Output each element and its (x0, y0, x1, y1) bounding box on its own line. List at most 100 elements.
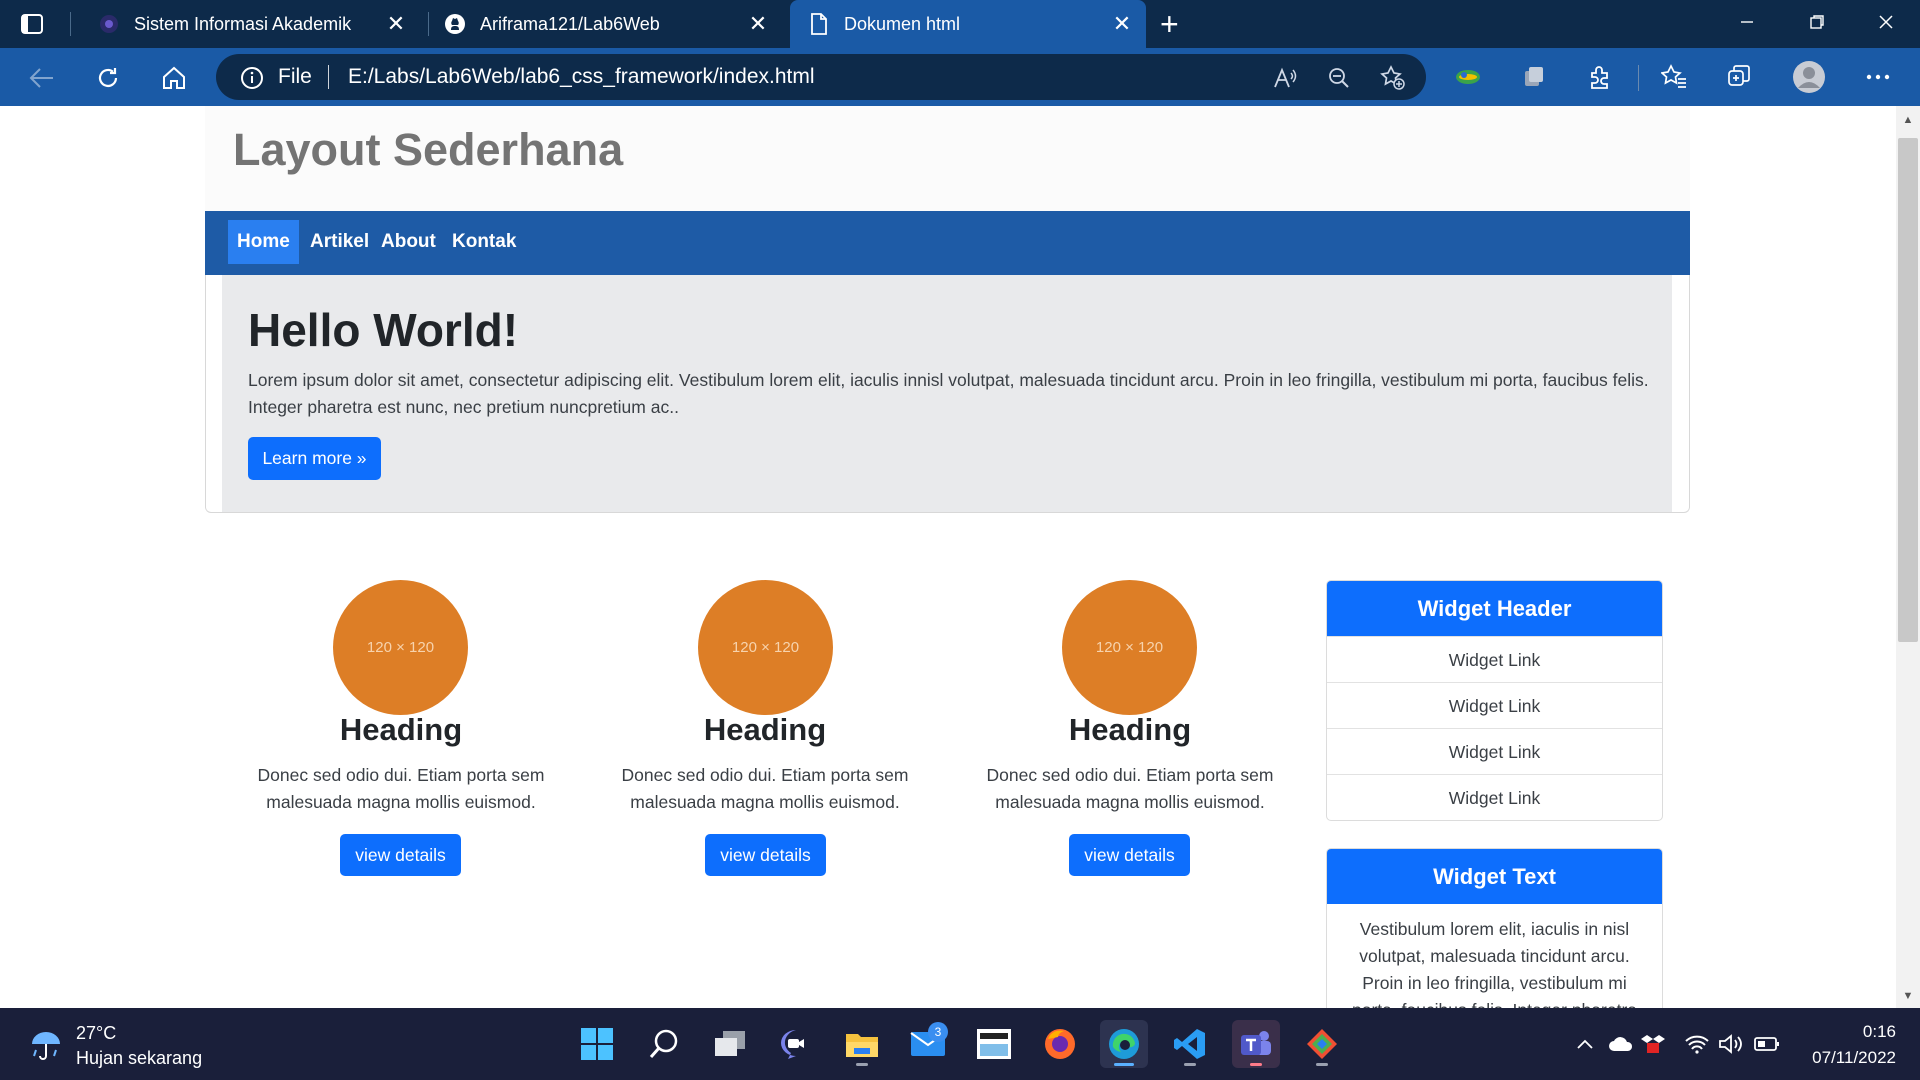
extensions-icon[interactable] (1586, 63, 1614, 91)
zoom-out-icon[interactable] (1326, 65, 1352, 91)
feature-heading: Heading (703, 712, 827, 747)
widget-header: Widget Header (1327, 581, 1662, 636)
amazon-icon[interactable] (970, 1020, 1018, 1068)
widget-link[interactable]: Widget Link (1327, 636, 1662, 682)
vscode-icon[interactable] (1166, 1020, 1214, 1068)
browser-toolbar: File E:/Labs/Lab6Web/lab6_css_framework/… (0, 48, 1920, 106)
tab-title: Dokumen html (844, 13, 961, 34)
refresh-icon[interactable] (92, 62, 124, 94)
view-details-button[interactable]: view details (340, 834, 461, 876)
windows-start-icon[interactable] (573, 1020, 621, 1068)
workspaces-icon[interactable] (20, 12, 44, 36)
show-hidden-icons-icon[interactable] (1572, 1031, 1598, 1057)
volume-icon[interactable] (1718, 1031, 1744, 1057)
tab-close-icon[interactable]: ✕ (1110, 12, 1134, 36)
browser-tab-bar: Sistem Informasi Akademik ✕ Ariframa121/… (0, 0, 1920, 48)
back-icon[interactable] (26, 62, 58, 94)
tab-title: Ariframa121/Lab6Web (480, 13, 660, 34)
feature-image-placeholder: 120 × 120 (1062, 580, 1197, 715)
git-icon[interactable] (1298, 1020, 1346, 1068)
feature-image-placeholder: 120 × 120 (698, 580, 833, 715)
scrollbar-thumb[interactable] (1898, 138, 1918, 642)
learn-more-button[interactable]: Learn more » (248, 437, 381, 480)
hero-text: Lorem ipsum dolor sit amet, consectetur … (248, 370, 1649, 417)
feature-text: Donec sed odio dui. Etiam porta sem male… (986, 765, 1274, 812)
clock-time[interactable]: 0:16 (1863, 1022, 1896, 1042)
weather-rain-icon[interactable] (28, 1026, 64, 1062)
windows-taskbar: 27°C Hujan sekarang 3 0:16 07/11/2022 (0, 1008, 1920, 1080)
home-icon[interactable] (158, 62, 190, 94)
task-view-icon[interactable] (706, 1020, 754, 1068)
search-icon[interactable] (640, 1020, 688, 1068)
clock-date[interactable]: 07/11/2022 (1812, 1048, 1896, 1068)
page-viewport: Layout Sederhana Home Artikel About Kont… (0, 106, 1896, 1008)
main-navigation: Home Artikel About Kontak (205, 211, 1690, 275)
feature-heading: Heading (1068, 712, 1192, 747)
dropbox-tray-icon[interactable] (1640, 1031, 1666, 1057)
wifi-icon[interactable] (1684, 1031, 1710, 1057)
feature-text: Donec sed odio dui. Etiam porta sem male… (257, 765, 545, 812)
widget-links-panel: Widget Header Widget Link Widget Link Wi… (1326, 580, 1663, 821)
widget-text-header: Widget Text (1327, 849, 1662, 904)
tab-github-lab6web[interactable]: Ariframa121/Lab6Web ✕ (436, 0, 782, 48)
new-tab-button[interactable]: + (1160, 8, 1179, 40)
jumbotron: Hello World! Lorem ipsum dolor sit amet,… (222, 275, 1672, 512)
more-options-icon[interactable] (1864, 63, 1892, 91)
url-separator (328, 65, 329, 89)
toolbar-divider (1638, 65, 1639, 91)
file-explorer-icon[interactable] (838, 1020, 886, 1068)
widget-link[interactable]: Widget Link (1327, 682, 1662, 728)
site-info-icon[interactable] (240, 66, 264, 90)
document-icon (808, 13, 830, 35)
url-scheme-label: File (278, 65, 312, 88)
minimize-icon[interactable] (1732, 10, 1762, 36)
feature-text: Donec sed odio dui. Etiam porta sem male… (621, 765, 909, 812)
hero-title: Hello World! (248, 304, 519, 356)
nav-item-kontak[interactable]: Kontak (443, 220, 525, 264)
nav-item-about[interactable]: About (372, 220, 445, 264)
collections-icon[interactable] (1726, 63, 1754, 91)
widget-text-body: Vestibulum lorem elit, iaculis in nisl v… (1352, 919, 1637, 1008)
widget-text-panel: Widget Text Vestibulum lorem elit, iacul… (1326, 848, 1663, 1008)
collections-extension-icon[interactable] (1520, 63, 1548, 91)
view-details-button[interactable]: view details (1069, 834, 1190, 876)
site-title: Layout Sederhana (233, 124, 624, 175)
mail-unread-badge: 3 (928, 1022, 948, 1042)
edge-icon[interactable] (1100, 1020, 1148, 1068)
url-text[interactable]: E:/Labs/Lab6Web/lab6_css_framework/index… (348, 65, 815, 89)
github-icon (444, 13, 466, 35)
add-favorite-icon[interactable] (1380, 65, 1406, 91)
nav-item-artikel[interactable]: Artikel (301, 220, 378, 264)
read-aloud-icon[interactable] (1272, 65, 1298, 91)
profile-avatar-icon[interactable] (1792, 60, 1826, 94)
academic-logo-icon (98, 13, 120, 35)
extension-globe-icon[interactable] (1454, 63, 1482, 91)
tab-sistem-informasi[interactable]: Sistem Informasi Akademik ✕ (90, 0, 420, 48)
tab-title: Sistem Informasi Akademik (134, 13, 352, 34)
weather-description[interactable]: Hujan sekarang (76, 1048, 202, 1069)
battery-icon[interactable] (1754, 1031, 1780, 1057)
widget-link[interactable]: Widget Link (1327, 728, 1662, 774)
chat-icon[interactable] (772, 1020, 820, 1068)
restore-icon[interactable] (1802, 10, 1832, 36)
feature-image-placeholder: 120 × 120 (333, 580, 468, 715)
site-header: Layout Sederhana (205, 106, 1690, 211)
onedrive-cloud-icon[interactable] (1608, 1031, 1634, 1057)
nav-item-home[interactable]: Home (228, 220, 299, 264)
weather-temperature[interactable]: 27°C (76, 1023, 116, 1044)
scroll-up-arrow-icon[interactable]: ▲ (1896, 108, 1920, 132)
address-bar[interactable]: File E:/Labs/Lab6Web/lab6_css_framework/… (216, 54, 1426, 100)
tab-separator (428, 12, 429, 36)
tab-dokumen-html[interactable]: Dokumen html ✕ (790, 0, 1146, 48)
tab-close-icon[interactable]: ✕ (746, 12, 770, 36)
favorites-icon[interactable] (1660, 63, 1688, 91)
close-window-icon[interactable] (1871, 10, 1901, 36)
tab-separator (70, 12, 71, 36)
scroll-down-arrow-icon[interactable]: ▼ (1896, 984, 1920, 1008)
widget-link[interactable]: Widget Link (1327, 774, 1662, 820)
mail-icon[interactable]: 3 (904, 1020, 952, 1068)
view-details-button[interactable]: view details (705, 834, 826, 876)
teams-icon[interactable] (1232, 1020, 1280, 1068)
tab-close-icon[interactable]: ✕ (384, 12, 408, 36)
firefox-icon[interactable] (1036, 1020, 1084, 1068)
